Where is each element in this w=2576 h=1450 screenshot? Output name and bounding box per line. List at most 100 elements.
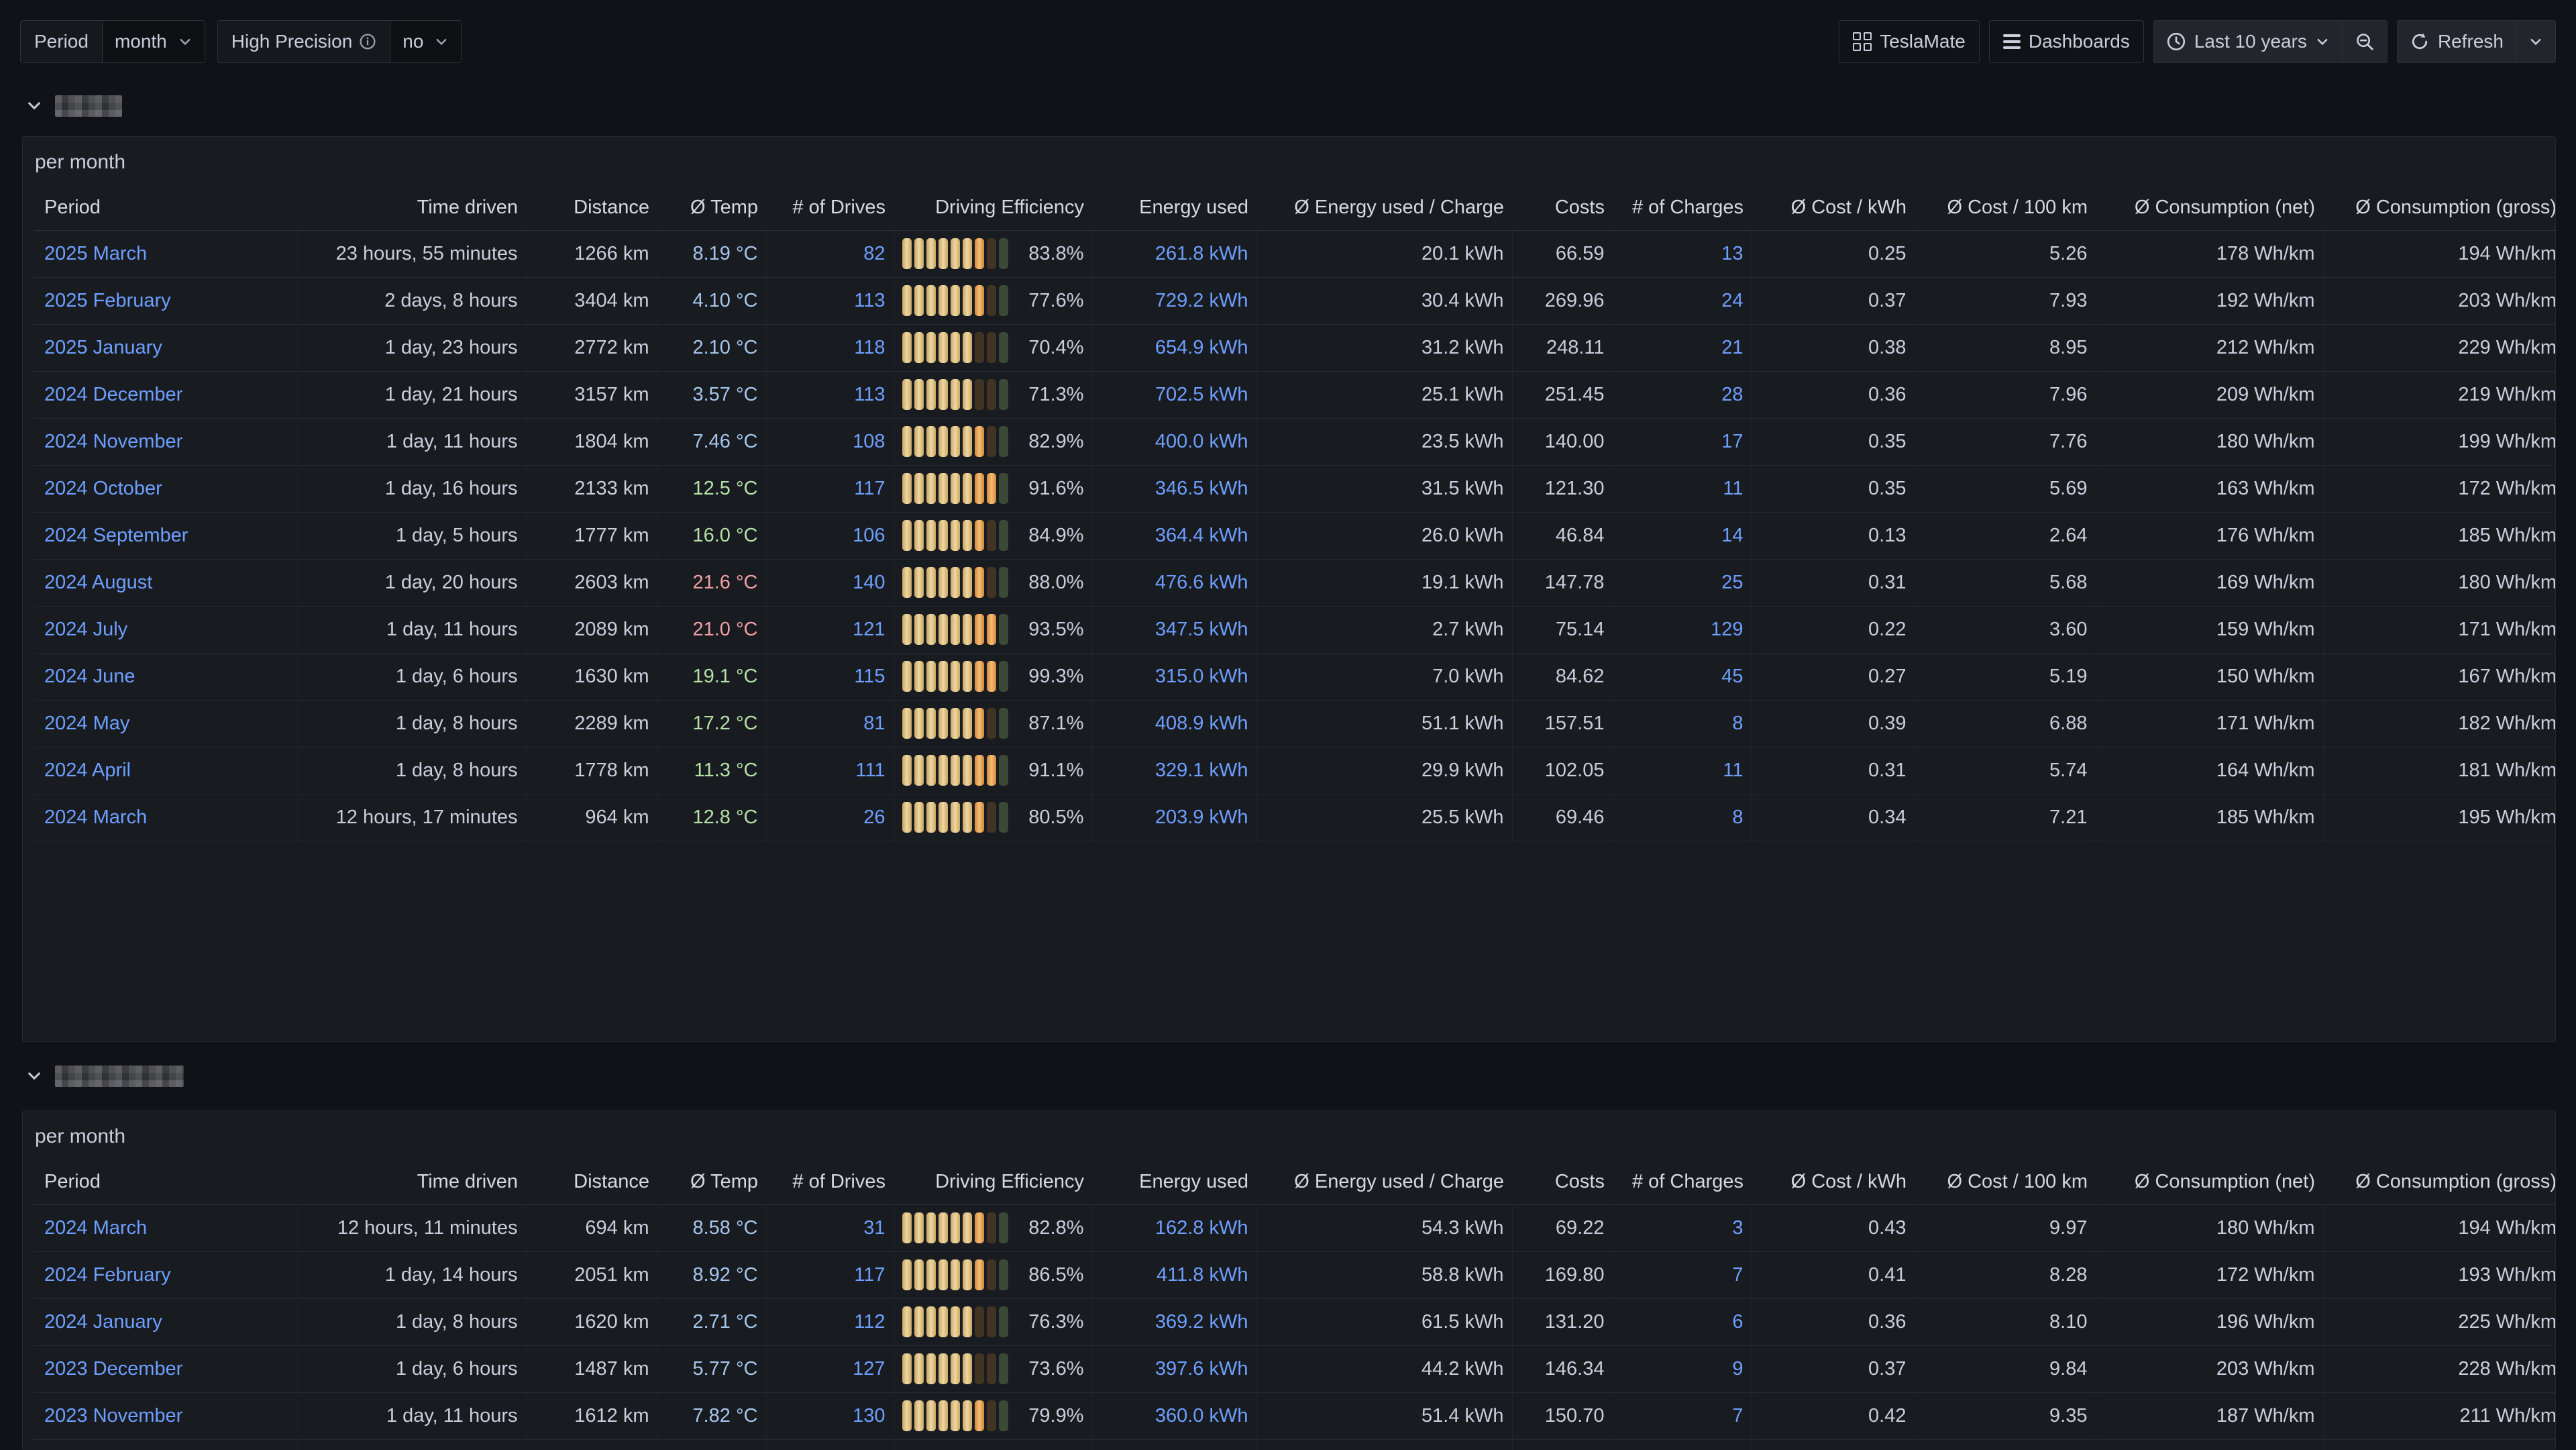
zoom-out-time-button[interactable] xyxy=(2343,21,2387,62)
column-header-eff[interactable]: Driving Efficiency xyxy=(894,186,1092,230)
variable-high-precision-select[interactable]: no xyxy=(390,21,461,62)
period-link[interactable]: 2025 February xyxy=(44,290,171,311)
energy-link[interactable]: 364.4 kWh xyxy=(1155,525,1248,546)
column-header-drives[interactable]: # of Drives xyxy=(766,186,894,230)
section-collapse-chevron-icon[interactable] xyxy=(25,97,43,115)
energy-link[interactable]: 729.2 kWh xyxy=(1155,290,1248,311)
drives-link[interactable]: 127 xyxy=(853,1358,885,1380)
column-header-period[interactable]: Period xyxy=(34,186,298,230)
drives-link[interactable]: 81 xyxy=(863,713,885,734)
column-header-costs[interactable]: Costs xyxy=(1512,1160,1613,1204)
drives-link[interactable]: 121 xyxy=(853,619,885,640)
time-range-picker[interactable]: Last 10 years xyxy=(2154,21,2342,62)
drives-link[interactable]: 130 xyxy=(853,1405,885,1427)
period-link[interactable]: 2023 November xyxy=(44,1405,182,1427)
column-header-eff[interactable]: Driving Efficiency xyxy=(894,1160,1092,1204)
energy-link[interactable]: 408.9 kWh xyxy=(1155,713,1248,734)
column-header-temp[interactable]: Ø Temp xyxy=(657,186,766,230)
column-header-energy[interactable]: Energy used xyxy=(1092,1160,1256,1204)
drives-link[interactable]: 117 xyxy=(854,478,885,499)
column-header-cons_gross[interactable]: Ø Consumption (gross) xyxy=(2323,1160,2556,1204)
column-header-cost_kwh[interactable]: Ø Cost / kWh xyxy=(1752,186,1915,230)
energy-link[interactable]: 654.9 kWh xyxy=(1155,337,1248,358)
drives-link[interactable]: 117 xyxy=(854,1264,885,1286)
energy-link[interactable]: 397.6 kWh xyxy=(1155,1358,1248,1380)
drives-link[interactable]: 112 xyxy=(854,1311,885,1333)
refresh-interval-dropdown[interactable] xyxy=(2516,21,2555,62)
column-header-cons_net[interactable]: Ø Consumption (net) xyxy=(2096,186,2323,230)
column-header-period[interactable]: Period xyxy=(34,1160,298,1204)
energy-link[interactable]: 261.8 kWh xyxy=(1155,243,1248,264)
column-header-cons_gross[interactable]: Ø Consumption (gross) xyxy=(2323,186,2556,230)
period-link[interactable]: 2024 March xyxy=(44,807,147,828)
drives-link[interactable]: 113 xyxy=(854,290,885,311)
charges-link[interactable]: 11 xyxy=(1723,478,1743,499)
column-header-cons_net[interactable]: Ø Consumption (net) xyxy=(2096,1160,2323,1204)
column-header-distance[interactable]: Distance xyxy=(526,186,657,230)
energy-link[interactable]: 203.9 kWh xyxy=(1155,807,1248,828)
period-link[interactable]: 2024 September xyxy=(44,525,188,546)
charges-link[interactable]: 25 xyxy=(1721,572,1743,593)
variable-period-select[interactable]: month xyxy=(103,21,205,62)
drives-link[interactable]: 26 xyxy=(863,807,885,828)
energy-link[interactable]: 369.2 kWh xyxy=(1155,1311,1248,1333)
period-link[interactable]: 2024 June xyxy=(44,666,135,687)
period-link[interactable]: 2024 May xyxy=(44,713,129,734)
column-header-drives[interactable]: # of Drives xyxy=(766,1160,894,1204)
charges-link[interactable]: 129 xyxy=(1711,619,1743,640)
period-link[interactable]: 2024 November xyxy=(44,431,182,452)
period-link[interactable]: 2024 July xyxy=(44,619,127,640)
drives-link[interactable]: 108 xyxy=(853,431,885,452)
period-link[interactable]: 2025 January xyxy=(44,337,162,358)
refresh-button[interactable]: Refresh xyxy=(2398,21,2516,62)
panel-title[interactable]: per month xyxy=(34,148,2544,177)
charges-link[interactable]: 3 xyxy=(1732,1217,1743,1239)
column-header-time[interactable]: Time driven xyxy=(298,1160,526,1204)
column-header-time[interactable]: Time driven xyxy=(298,186,526,230)
drives-link[interactable]: 31 xyxy=(863,1217,885,1239)
column-header-cost_100[interactable]: Ø Cost / 100 km xyxy=(1915,186,2096,230)
period-link[interactable]: 2024 April xyxy=(44,760,131,781)
energy-link[interactable]: 360.0 kWh xyxy=(1155,1405,1248,1427)
energy-link[interactable]: 162.8 kWh xyxy=(1155,1217,1248,1239)
period-link[interactable]: 2024 October xyxy=(44,478,162,499)
charges-link[interactable]: 28 xyxy=(1721,384,1743,405)
energy-link[interactable]: 702.5 kWh xyxy=(1155,384,1248,405)
dashboards-button[interactable]: Dashboards xyxy=(1989,20,2144,63)
drives-link[interactable]: 111 xyxy=(855,760,885,781)
column-header-charge[interactable]: Ø Energy used / Charge xyxy=(1256,1160,1512,1204)
charges-link[interactable]: 21 xyxy=(1721,337,1743,358)
charges-link[interactable]: 11 xyxy=(1723,760,1743,781)
period-link[interactable]: 2023 December xyxy=(44,1358,182,1380)
column-header-charges[interactable]: # of Charges xyxy=(1613,186,1752,230)
drives-link[interactable]: 82 xyxy=(863,243,885,264)
energy-link[interactable]: 400.0 kWh xyxy=(1155,431,1248,452)
energy-link[interactable]: 346.5 kWh xyxy=(1155,478,1248,499)
period-link[interactable]: 2024 March xyxy=(44,1217,147,1239)
column-header-cost_100[interactable]: Ø Cost / 100 km xyxy=(1915,1160,2096,1204)
drives-link[interactable]: 106 xyxy=(853,525,885,546)
charges-link[interactable]: 17 xyxy=(1721,431,1743,452)
teslamate-button[interactable]: TeslaMate xyxy=(1839,20,1980,63)
period-link[interactable]: 2024 January xyxy=(44,1311,162,1333)
period-link[interactable]: 2024 February xyxy=(44,1264,171,1286)
drives-link[interactable]: 113 xyxy=(854,384,885,405)
column-header-energy[interactable]: Energy used xyxy=(1092,186,1256,230)
column-header-distance[interactable]: Distance xyxy=(526,1160,657,1204)
charges-link[interactable]: 14 xyxy=(1721,525,1743,546)
energy-link[interactable]: 411.8 kWh xyxy=(1157,1264,1248,1286)
energy-link[interactable]: 347.5 kWh xyxy=(1155,619,1248,640)
energy-link[interactable]: 329.1 kWh xyxy=(1155,760,1248,781)
drives-link[interactable]: 118 xyxy=(854,337,885,358)
period-link[interactable]: 2024 August xyxy=(44,572,152,593)
charges-link[interactable]: 7 xyxy=(1732,1264,1743,1286)
column-header-charges[interactable]: # of Charges xyxy=(1613,1160,1752,1204)
charges-link[interactable]: 7 xyxy=(1732,1405,1743,1427)
energy-link[interactable]: 476.6 kWh xyxy=(1155,572,1248,593)
column-header-temp[interactable]: Ø Temp xyxy=(657,1160,766,1204)
period-link[interactable]: 2025 March xyxy=(44,243,147,264)
column-header-costs[interactable]: Costs xyxy=(1512,186,1613,230)
charges-link[interactable]: 8 xyxy=(1732,713,1743,734)
charges-link[interactable]: 6 xyxy=(1732,1311,1743,1333)
panel-title[interactable]: per month xyxy=(34,1122,2544,1151)
